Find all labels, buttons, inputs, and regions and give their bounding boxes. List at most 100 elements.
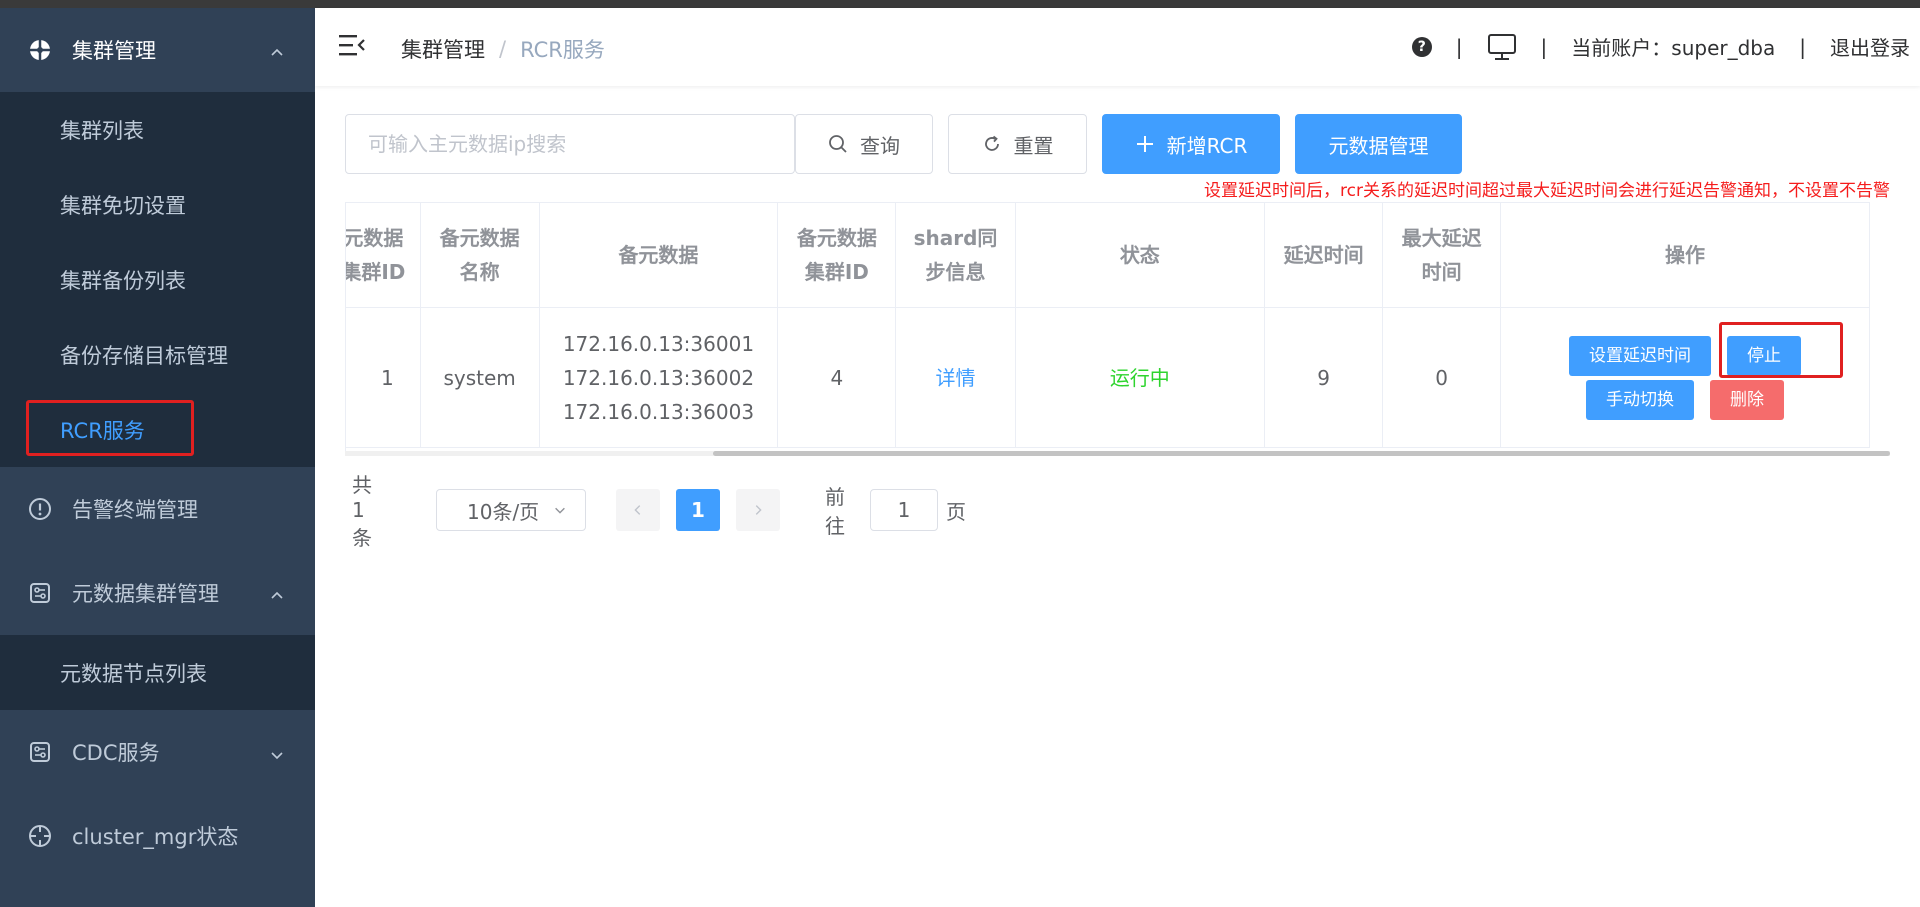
- cell-master-cluster-id: 1: [346, 307, 421, 448]
- cell-name: system: [419, 307, 540, 448]
- column-header: 操作: [1500, 202, 1870, 308]
- menu-group-label: 元数据集群管理: [72, 582, 219, 606]
- page-size-value: 10条/页: [467, 499, 540, 524]
- delete-button[interactable]: 删除: [1710, 379, 1785, 420]
- prev-page-button[interactable]: [616, 489, 660, 531]
- sidebar-item-cluster-failover-settings[interactable]: 集群免切设置: [0, 167, 315, 242]
- node-address: 172.16.0.13:36002: [562, 365, 755, 390]
- sidebar-item-label: 集群备份列表: [60, 268, 186, 293]
- menu-group-label: 集群管理: [72, 39, 156, 63]
- table-horizontal-scrollbar[interactable]: [345, 451, 1890, 456]
- add-rcr-button[interactable]: 新增RCR: [1102, 114, 1280, 174]
- cell-max-delay: 0: [1382, 307, 1502, 448]
- column-header: 备元数据名称: [419, 202, 540, 308]
- table-header-row: 元数据集群ID 备元数据名称 备元数据 备元数据集群ID shard同步信息 状…: [346, 202, 1870, 308]
- sidebar-item-label: 元数据节点列表: [60, 661, 207, 686]
- chevron-up-icon: [269, 42, 285, 58]
- column-header: shard同步信息: [895, 202, 1016, 308]
- cell-shard-sync: 详情: [895, 307, 1016, 448]
- column-header: 备元数据: [538, 202, 779, 308]
- scrollbar-thumb[interactable]: [713, 451, 1890, 456]
- total-count: 共 1 条: [352, 473, 372, 550]
- crosshair-icon: [28, 824, 52, 848]
- current-account: 当前账户：super_dba: [1571, 36, 1776, 60]
- submenu-cluster-management: 集群列表 集群免切设置 集群备份列表 备份存储目标管理 RCR服务: [0, 92, 315, 467]
- reset-button[interactable]: 重置: [948, 114, 1087, 174]
- window-top-strip: [0, 0, 1920, 8]
- cell-status: 运行中: [1014, 307, 1266, 448]
- page-number-current[interactable]: 1: [676, 489, 720, 531]
- shard-detail-link[interactable]: 详情: [935, 366, 975, 390]
- sidebar-item-label: 集群列表: [60, 118, 144, 143]
- menu-group-label: CDC服务: [72, 741, 160, 765]
- row-actions: 设置延迟时间 停止 手动切换 删除: [1501, 321, 1869, 420]
- monitor-icon[interactable]: [1487, 33, 1517, 61]
- reset-button-label: 重置: [1013, 133, 1054, 158]
- help-icon[interactable]: ?: [1411, 36, 1432, 57]
- menu-group-cluster-mgr-status[interactable]: cluster_mgr状态: [0, 794, 315, 878]
- chevron-down-icon: [269, 744, 285, 760]
- cell-value: 1: [381, 365, 394, 390]
- chevron-left-icon: [631, 498, 645, 522]
- next-page-button[interactable]: [736, 489, 780, 531]
- sidebar-item-label: RCR服务: [60, 418, 145, 443]
- top-header: 集群管理 / RCR服务 ? | | 当前账户：super_dba | 退出登录: [315, 8, 1920, 86]
- sidebar: 集群管理 集群列表 集群免切设置 集群备份列表 备份存储目标管理 RCR服务 告…: [0, 8, 315, 907]
- divider: |: [1455, 34, 1463, 59]
- menu-group-cluster-management[interactable]: 集群管理: [0, 8, 315, 92]
- stop-button[interactable]: 停止: [1719, 321, 1844, 378]
- menu-fold-icon[interactable]: [339, 34, 365, 56]
- set-delay-button[interactable]: 设置延迟时间: [1569, 335, 1712, 376]
- add-rcr-button-label: 新增RCR: [1166, 133, 1248, 158]
- sidebar-item-metadata-node-list[interactable]: 元数据节点列表: [0, 635, 315, 710]
- metadata-management-button-label: 元数据管理: [1328, 133, 1429, 158]
- alert-circle-icon: [28, 497, 52, 521]
- sidebar-item-label: 备份存储目标管理: [60, 343, 228, 368]
- divider: |: [1540, 34, 1548, 59]
- delay-alert-notice: 设置延迟时间后，rcr关系的延迟时间超过最大延迟时间会进行延迟告警通知，不设置不…: [1204, 181, 1890, 201]
- table-row: 1 system 172.16.0.13:36001 172.16.0.13:3…: [346, 307, 1870, 448]
- aperture-icon: [28, 38, 52, 62]
- column-header: 延迟时间: [1264, 202, 1384, 308]
- logout-link[interactable]: 退出登录: [1830, 32, 1910, 61]
- header-right: ? | | 当前账户：super_dba | 退出登录: [1411, 32, 1910, 61]
- search-input[interactable]: [345, 114, 795, 174]
- sliders-icon: [28, 581, 52, 605]
- page-size-select[interactable]: 10条/页: [436, 489, 586, 531]
- query-button[interactable]: 查询: [795, 114, 933, 174]
- sidebar-item-backup-storage-management[interactable]: 备份存储目标管理: [0, 317, 315, 392]
- column-header: 备元数据集群ID: [777, 202, 897, 308]
- menu-group-cdc-service[interactable]: CDC服务: [0, 710, 315, 794]
- chevron-right-icon: [751, 498, 765, 522]
- search-icon: [828, 134, 848, 154]
- highlight-box: [1719, 321, 1844, 378]
- divider: |: [1799, 34, 1806, 59]
- sidebar-item-rcr-service[interactable]: RCR服务: [0, 392, 315, 467]
- breadcrumb: 集群管理 / RCR服务: [401, 34, 605, 64]
- column-header: 元数据集群ID: [346, 202, 421, 308]
- sidebar-item-cluster-list[interactable]: 集群列表: [0, 92, 315, 167]
- submenu-metadata-cluster: 元数据节点列表: [0, 635, 315, 710]
- row-actions-top: 设置延迟时间 停止: [1569, 321, 1844, 378]
- menu-group-metadata-cluster[interactable]: 元数据集群管理: [0, 551, 315, 635]
- goto-page-input[interactable]: [870, 489, 938, 531]
- breadcrumb-item-cluster-management[interactable]: 集群管理: [401, 34, 485, 64]
- chevron-up-icon: [269, 585, 285, 601]
- row-actions-bottom: 手动切换 删除: [1586, 379, 1785, 420]
- sidebar-item-cluster-backup-list[interactable]: 集群备份列表: [0, 242, 315, 317]
- manual-switch-button[interactable]: 手动切换: [1586, 379, 1695, 420]
- menu-group-label: cluster_mgr状态: [72, 825, 239, 849]
- metadata-management-button[interactable]: 元数据管理: [1295, 114, 1462, 174]
- rcr-table: 元数据集群ID 备元数据名称 备元数据 备元数据集群ID shard同步信息 状…: [345, 202, 1890, 455]
- goto-prefix: 前往: [825, 485, 845, 538]
- sliders-icon: [28, 740, 52, 764]
- goto-suffix: 页: [946, 499, 966, 524]
- chevron-down-icon: [553, 498, 567, 522]
- menu-group-alert-terminal[interactable]: 告警终端管理: [0, 467, 315, 551]
- cell-delay: 9: [1264, 307, 1384, 448]
- breadcrumb-item-rcr-service: RCR服务: [520, 38, 605, 62]
- breadcrumb-separator: /: [499, 37, 507, 61]
- column-header: 最大延迟时间: [1382, 202, 1502, 308]
- node-address: 172.16.0.13:36003: [562, 399, 755, 424]
- stop-button-label: 停止: [1747, 345, 1782, 366]
